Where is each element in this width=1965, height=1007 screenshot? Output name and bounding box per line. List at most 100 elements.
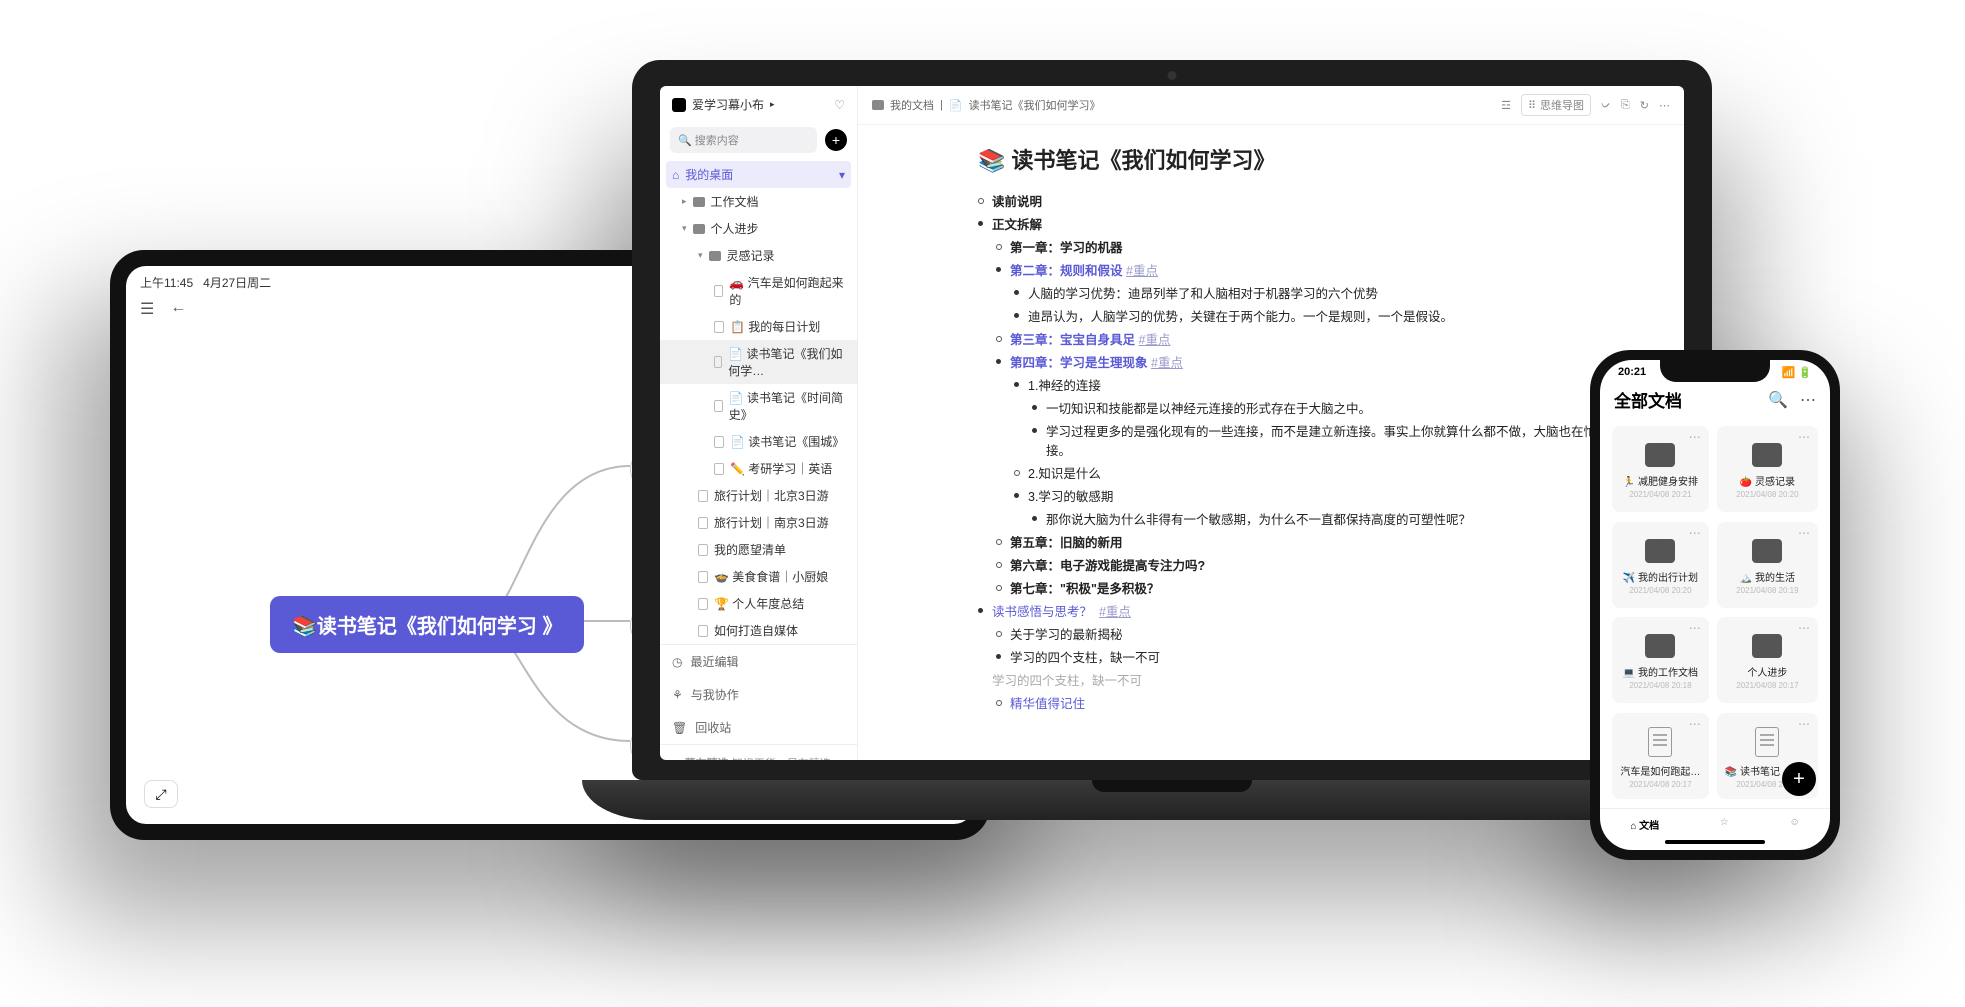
folder-work[interactable]: ▸工作文档 <box>660 188 857 215</box>
folder-inspiration[interactable]: ▾灵感记录 <box>660 242 857 269</box>
refresh-icon[interactable]: ↻ <box>1640 99 1649 112</box>
sidebar: 爱学习幕小布 ▸ ♡ 🔍 搜索内容 + ⌂ 我的桌面 ▾ <box>660 86 858 760</box>
doc-item[interactable]: 🍲 美食食谱｜小厨娘 <box>660 563 857 590</box>
tablet-fullscreen-button[interactable]: ⤢ <box>144 780 178 808</box>
card-more-icon[interactable]: ⋯ <box>1689 717 1701 731</box>
bell-icon[interactable]: ♡ <box>834 98 845 112</box>
mindmap-button[interactable]: ⠿思维导图 <box>1521 94 1591 116</box>
menu-icon[interactable]: ☰ <box>140 299 154 319</box>
phone-grid[interactable]: ⋯ 🏃 减肥健身安排 2021/04/08 20:21⋯ 🍅 灵感记录 2021… <box>1600 418 1830 808</box>
outline-item[interactable]: 第一章：学习的机器 <box>996 237 1664 256</box>
card-name: 🏃 减肥健身安排 <box>1620 473 1701 488</box>
document-pane: 我的文档 | 📄 读书笔记《我们如何学习》 ☲ ⠿思维导图 ᨆ ⎘ ↻ ⋯ <box>858 86 1684 760</box>
page-title: 📚 读书笔记《我们如何学习》 <box>978 143 1664 175</box>
outline-item[interactable]: 读前说明 <box>978 191 1664 210</box>
doc-item[interactable]: 如何打造自媒体 <box>660 617 857 644</box>
card-more-icon[interactable]: ⋯ <box>1798 430 1810 444</box>
card-more-icon[interactable]: ⋯ <box>1689 621 1701 635</box>
doc-item-active[interactable]: 📄 读书笔记《我们如何学… <box>660 340 857 384</box>
outline-item[interactable]: 关于学习的最新揭秘 <box>996 624 1664 643</box>
doc-item[interactable]: 旅行计划｜南京3日游 <box>660 509 857 536</box>
doc-item[interactable]: ✏️ 考研学习｜英语 <box>660 455 857 482</box>
tab-settings[interactable]: ☺ <box>1789 817 1799 832</box>
phone-card[interactable]: ⋯ 个人进步 2021/04/08 20:17 <box>1717 617 1818 703</box>
doc-item[interactable]: 旅行计划｜北京3日游 <box>660 482 857 509</box>
sidebar-footer[interactable]: ◎ 幕布精选 知识干货，尽在精选 <box>660 744 857 760</box>
export-icon[interactable]: ⎘ <box>1621 99 1630 112</box>
outline-item[interactable]: 3.学习的敏感期 <box>1014 486 1664 505</box>
outline-item[interactable]: 读书感悟与思考？ #重点 <box>978 601 1664 620</box>
outline-item[interactable]: 人脑的学习优势：迪昂列举了和人脑相对于机器学习的六个优势 <box>1014 283 1664 302</box>
card-more-icon[interactable]: ⋯ <box>1689 430 1701 444</box>
doc-item[interactable]: 📄 读书笔记《围城》 <box>660 428 857 455</box>
outline-item[interactable]: 学习的四个支柱，缺一不可 <box>996 647 1664 666</box>
doc-item[interactable]: 我的愿望清单 <box>660 536 857 563</box>
tab-star[interactable]: ☆ <box>1720 817 1729 832</box>
mindmap-root-node[interactable]: 📚读书笔记《我们如何学习 》 <box>270 596 584 653</box>
doc-item[interactable]: 🚗 汽车是如何跑起来的 <box>660 269 857 313</box>
outline-item[interactable]: 第四章：学习是生理现象 #重点 <box>996 352 1664 371</box>
doc-icon <box>698 490 708 502</box>
doc-item[interactable]: 📄 读书笔记《时间简史》 <box>660 384 857 428</box>
outline-item[interactable]: 第五章：旧脑的新用 <box>996 532 1664 551</box>
card-more-icon[interactable]: ⋯ <box>1798 526 1810 540</box>
phone-card[interactable]: ⋯ 🏃 减肥健身安排 2021/04/08 20:21 <box>1612 426 1709 512</box>
search-icon[interactable]: 🔍 <box>1768 390 1788 410</box>
outline-item[interactable]: 第二章：规则和假设 #重点 <box>996 260 1664 279</box>
app-logo-icon <box>672 98 686 112</box>
outline-item[interactable]: 2.知识是什么 <box>1014 463 1664 482</box>
phone-page-title: 全部文档 <box>1614 387 1682 412</box>
phone-card[interactable]: ⋯ 汽车是如何跑起… 2021/04/08 20:17 <box>1612 713 1709 799</box>
folder-icon <box>709 251 721 261</box>
outline-item[interactable]: 正文拆解 <box>978 214 1664 233</box>
outline-item[interactable]: 第六章：电子游戏能提高专注力吗? <box>996 555 1664 574</box>
outline-item[interactable]: 一切知识和技能都是以神经元连接的形式存在于大脑之中。 <box>1032 398 1664 417</box>
workspace-name: 爱学习幕小布 <box>692 96 764 113</box>
add-button[interactable]: + <box>825 129 847 151</box>
folder-personal[interactable]: ▾个人进步 <box>660 215 857 242</box>
folder-icon <box>1752 539 1782 563</box>
nav-recent[interactable]: ◷最近编辑 <box>660 645 857 678</box>
chevron-down-icon: ▾ <box>839 168 845 182</box>
share-icon[interactable]: ᨆ <box>1601 99 1611 112</box>
outline-item[interactable]: 迪昂认为，人脑学习的优势，关键在于两个能力。一个是规则，一个是假设。 <box>1014 306 1664 325</box>
doc-icon <box>698 625 708 637</box>
back-icon[interactable]: ← <box>170 299 186 319</box>
more-icon[interactable]: ⋯ <box>1659 99 1670 112</box>
tablet-date: 4月27日周二 <box>203 274 271 291</box>
nav-my-desktop[interactable]: ⌂ 我的桌面 ▾ <box>666 161 851 188</box>
list-toggle-icon[interactable]: ☲ <box>1501 99 1511 112</box>
doc-item[interactable]: 📋 我的每日计划 <box>660 313 857 340</box>
laptop-screen: 爱学习幕小布 ▸ ♡ 🔍 搜索内容 + ⌂ 我的桌面 ▾ <box>660 86 1684 760</box>
outline-item[interactable]: 第七章："积极"是多积极？ <box>996 578 1664 597</box>
phone-card[interactable]: ⋯ 🍅 灵感记录 2021/04/08 20:20 <box>1717 426 1818 512</box>
outline-item[interactable]: 1.神经的连接 <box>1014 375 1664 394</box>
outline-item[interactable]: 学习过程更多的是强化现有的一些连接，而不是建立新连接。事实上你就算什么都不做，大… <box>1032 421 1664 459</box>
phone-card[interactable]: ⋯ ✈️ 我的出行计划 2021/04/08 20:20 <box>1612 522 1709 608</box>
laptop-device: 爱学习幕小布 ▸ ♡ 🔍 搜索内容 + ⌂ 我的桌面 ▾ <box>632 60 1712 830</box>
phone-card[interactable]: ⋯ 🏔️ 我的生活 2021/04/08 20:19 <box>1717 522 1818 608</box>
outline-item[interactable]: 那你说大脑为什么非得有一个敏感期，为什么不一直都保持高度的可塑性呢？ <box>1032 509 1664 528</box>
outline-item[interactable]: 精华值得记住 <box>996 693 1664 712</box>
card-name: 个人进步 <box>1725 664 1810 679</box>
card-date: 2021/04/08 20:21 <box>1629 490 1691 499</box>
doc-item[interactable]: 🏆 个人年度总结 <box>660 590 857 617</box>
mindmap-icon: ⠿ <box>1528 99 1536 112</box>
nav-trash[interactable]: 🗑回收站 <box>660 711 857 744</box>
phone-tabbar: ⌂ 文档 ☆ ☺ <box>1600 808 1830 836</box>
phone-add-button[interactable]: + <box>1782 762 1816 796</box>
breadcrumb[interactable]: 我的文档 | 📄 读书笔记《我们如何学习》 <box>872 97 1101 113</box>
search-input[interactable]: 🔍 搜索内容 <box>670 127 817 153</box>
card-name: 🍅 灵感记录 <box>1725 473 1810 488</box>
card-more-icon[interactable]: ⋯ <box>1798 621 1810 635</box>
more-icon[interactable]: ⋯ <box>1800 390 1816 410</box>
phone-card[interactable]: ⋯ 💻 我的工作文档 2021/04/08 20:18 <box>1612 617 1709 703</box>
card-more-icon[interactable]: ⋯ <box>1798 717 1810 731</box>
document-body[interactable]: 📚 读书笔记《我们如何学习》 读前说明 正文拆解 第一章：学习的机器 第二章：规… <box>858 125 1684 734</box>
nav-collab[interactable]: ⚘与我协作 <box>660 678 857 711</box>
outline-item[interactable]: 第三章：宝宝自身具足 #重点 <box>996 329 1664 348</box>
workspace-switcher[interactable]: 爱学习幕小布 ▸ <box>672 96 775 113</box>
outline-note: 学习的四个支柱，缺一不可 <box>978 670 1664 689</box>
tab-docs[interactable]: ⌂ 文档 <box>1630 817 1659 832</box>
card-more-icon[interactable]: ⋯ <box>1689 526 1701 540</box>
